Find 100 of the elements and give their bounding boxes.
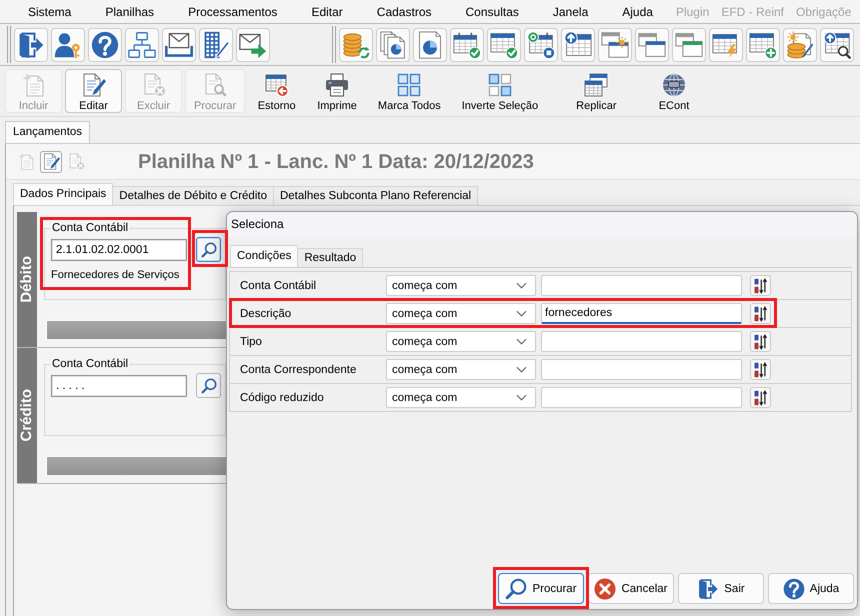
edit-document-icon bbox=[42, 153, 60, 170]
toolbar-button[interactable] bbox=[88, 28, 122, 62]
delete-document-icon bbox=[142, 73, 166, 97]
edit-button[interactable] bbox=[40, 150, 62, 172]
checkered-grid-icon bbox=[488, 73, 512, 97]
help-button[interactable]: Ajuda bbox=[768, 573, 854, 604]
value-field[interactable] bbox=[541, 359, 742, 380]
invert-selection-button[interactable]: Inverte Seleção bbox=[452, 69, 548, 113]
sort-button[interactable] bbox=[750, 387, 771, 408]
account-description: Fornecedores de Serviços bbox=[51, 268, 180, 282]
menu-item[interactable]: Planilhas bbox=[88, 4, 172, 20]
operator-dropdown[interactable]: começa com bbox=[386, 275, 536, 296]
toolbar-button[interactable] bbox=[709, 28, 743, 62]
coins-refresh-icon bbox=[342, 30, 370, 58]
document-pie-icon bbox=[416, 30, 444, 58]
tab[interactable]: Detalhes Subconta Plano Referencial bbox=[272, 186, 478, 205]
sort-icon bbox=[754, 306, 767, 322]
toolbar-button[interactable] bbox=[162, 28, 196, 62]
menu-item[interactable]: Cadastros bbox=[360, 4, 448, 20]
tab[interactable]: Detalhes de Débito e Crédito bbox=[112, 186, 274, 205]
select-all-button[interactable]: Marca Todos bbox=[368, 69, 450, 113]
table-arrow-icon bbox=[264, 73, 289, 97]
search-button[interactable]: Procurar bbox=[498, 573, 584, 604]
toolbar-button[interactable] bbox=[51, 28, 85, 62]
toolbar-button[interactable] bbox=[199, 28, 233, 62]
toolbar-button[interactable] bbox=[820, 28, 854, 62]
search-button[interactable] bbox=[196, 373, 221, 398]
toolbar-button[interactable] bbox=[746, 28, 780, 62]
group-label: Conta Contábil bbox=[51, 358, 130, 371]
exit-icon bbox=[697, 578, 720, 600]
menu-item[interactable]: Editar bbox=[294, 4, 360, 20]
tab[interactable]: Resultado bbox=[297, 248, 364, 267]
toolbar-button[interactable] bbox=[413, 28, 447, 62]
dialog-title: Seleciona bbox=[227, 212, 857, 237]
sort-icon bbox=[754, 390, 767, 406]
record-title: Planilha Nº 1 - Lanc. Nº 1 Data: 20/12/2023 bbox=[138, 150, 534, 174]
sort-button[interactable] bbox=[750, 331, 771, 352]
sort-button[interactable] bbox=[750, 275, 771, 296]
account-field[interactable]: . . . . . bbox=[51, 374, 187, 396]
operator-dropdown[interactable]: começa com bbox=[386, 359, 536, 380]
value-field[interactable] bbox=[541, 387, 742, 408]
edit-button[interactable]: Editar bbox=[65, 69, 122, 113]
value-field[interactable] bbox=[541, 331, 742, 352]
windows-icon bbox=[638, 30, 666, 58]
exit-button[interactable]: Sair bbox=[678, 573, 764, 604]
chevron-down-icon bbox=[516, 366, 527, 373]
operator-dropdown[interactable]: começa com bbox=[386, 331, 536, 352]
sort-icon bbox=[754, 362, 767, 378]
print-button[interactable]: Imprime bbox=[308, 69, 366, 113]
replicate-button[interactable]: Replicar bbox=[567, 69, 626, 113]
table-search-icon bbox=[823, 30, 851, 58]
value-field[interactable]: fornecedores bbox=[541, 303, 742, 324]
help-icon bbox=[91, 30, 119, 58]
menu-item[interactable]: Janela bbox=[536, 4, 606, 20]
sort-button[interactable] bbox=[750, 359, 771, 380]
documents-pie-icon bbox=[379, 30, 407, 58]
toolbar-button[interactable] bbox=[376, 28, 410, 62]
toolbar-button[interactable] bbox=[450, 28, 484, 62]
grip-icon[interactable] bbox=[332, 26, 336, 63]
group-label: Conta Contábil bbox=[51, 222, 130, 235]
windows-sun-icon bbox=[601, 30, 629, 58]
reverse-button[interactable]: Estorno bbox=[248, 69, 306, 113]
value-field[interactable] bbox=[541, 275, 742, 296]
operator-dropdown[interactable]: começa com bbox=[386, 387, 536, 408]
tab[interactable]: Dados Principais bbox=[13, 183, 114, 205]
document-tab[interactable]: Lançamentos bbox=[5, 121, 90, 143]
chevron-down-icon bbox=[516, 310, 527, 317]
toolbar-button[interactable] bbox=[236, 28, 270, 62]
org-chart-icon bbox=[128, 30, 156, 58]
envelope-tray-icon bbox=[165, 30, 193, 58]
windows-icon bbox=[675, 30, 703, 58]
building-pen-icon bbox=[202, 30, 230, 58]
field-label: Conta Correspondente bbox=[240, 364, 358, 376]
sort-icon bbox=[754, 278, 767, 294]
help-icon bbox=[782, 578, 805, 600]
account-field[interactable]: 2.1.01.02.02.0001 bbox=[51, 238, 187, 260]
chevron-down-icon bbox=[516, 282, 527, 289]
cancel-button[interactable]: Cancelar bbox=[588, 573, 674, 604]
menu-item[interactable]: Consultas bbox=[448, 4, 536, 20]
menu-item[interactable]: Sistema bbox=[11, 4, 88, 20]
search-icon bbox=[200, 378, 216, 394]
menu-item[interactable]: Ajuda bbox=[605, 4, 670, 20]
grip-icon[interactable] bbox=[7, 26, 11, 63]
toolbar-button[interactable] bbox=[487, 28, 521, 62]
sort-button[interactable] bbox=[750, 303, 771, 324]
menu-item[interactable]: Processamentos bbox=[171, 4, 294, 20]
table-check-icon bbox=[490, 30, 518, 58]
toolbar-button[interactable] bbox=[524, 28, 558, 62]
cancel-icon bbox=[594, 578, 616, 600]
section-header: Crédito bbox=[17, 348, 37, 483]
toolbar-button[interactable] bbox=[14, 28, 48, 62]
tab[interactable]: Condições bbox=[230, 245, 298, 267]
chevron-down-icon bbox=[516, 338, 527, 345]
toolbar-button[interactable] bbox=[561, 28, 595, 62]
search-button[interactable] bbox=[196, 237, 221, 262]
toolbar-button[interactable] bbox=[635, 28, 669, 62]
calendar-stop-icon bbox=[527, 30, 555, 58]
operator-dropdown[interactable]: começa com bbox=[386, 303, 536, 324]
econt-button[interactable]: ECont bbox=[646, 69, 702, 113]
toolbar-button[interactable] bbox=[598, 28, 632, 62]
